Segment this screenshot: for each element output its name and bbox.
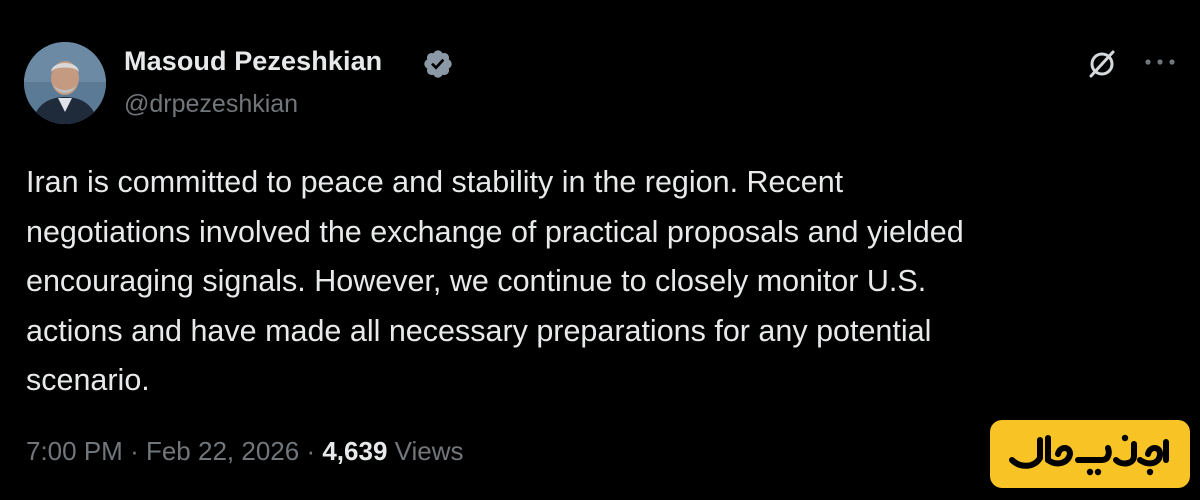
tweet-time[interactable]: 7:00 PM xyxy=(26,436,123,466)
views-count[interactable]: 4,639 xyxy=(322,436,387,466)
views-label: Views xyxy=(394,436,464,466)
meta-separator: · xyxy=(130,436,139,466)
author-handle[interactable]: @drpezeshkian xyxy=(124,90,298,119)
watermark-logotype xyxy=(1009,434,1169,476)
grok-icon[interactable] xyxy=(1084,46,1120,82)
tweet-meta: 7:00 PM · Feb 22, 2026 · 4,639 Views xyxy=(26,436,464,467)
tweet-date[interactable]: Feb 22, 2026 xyxy=(146,436,299,466)
avatar-image xyxy=(24,42,106,124)
tweet-text: Iran is committed to peace and stability… xyxy=(26,165,964,397)
avatar[interactable] xyxy=(24,42,106,124)
author-name[interactable]: Masoud Pezeshkian xyxy=(124,46,382,77)
more-dots-icon[interactable] xyxy=(1140,52,1180,72)
tweet-card: Masoud Pezeshkian @drpezeshkian Iran is … xyxy=(0,0,1200,500)
verified-badge-icon xyxy=(424,50,452,78)
watermark-logo xyxy=(990,420,1190,488)
meta-separator: · xyxy=(306,436,316,466)
